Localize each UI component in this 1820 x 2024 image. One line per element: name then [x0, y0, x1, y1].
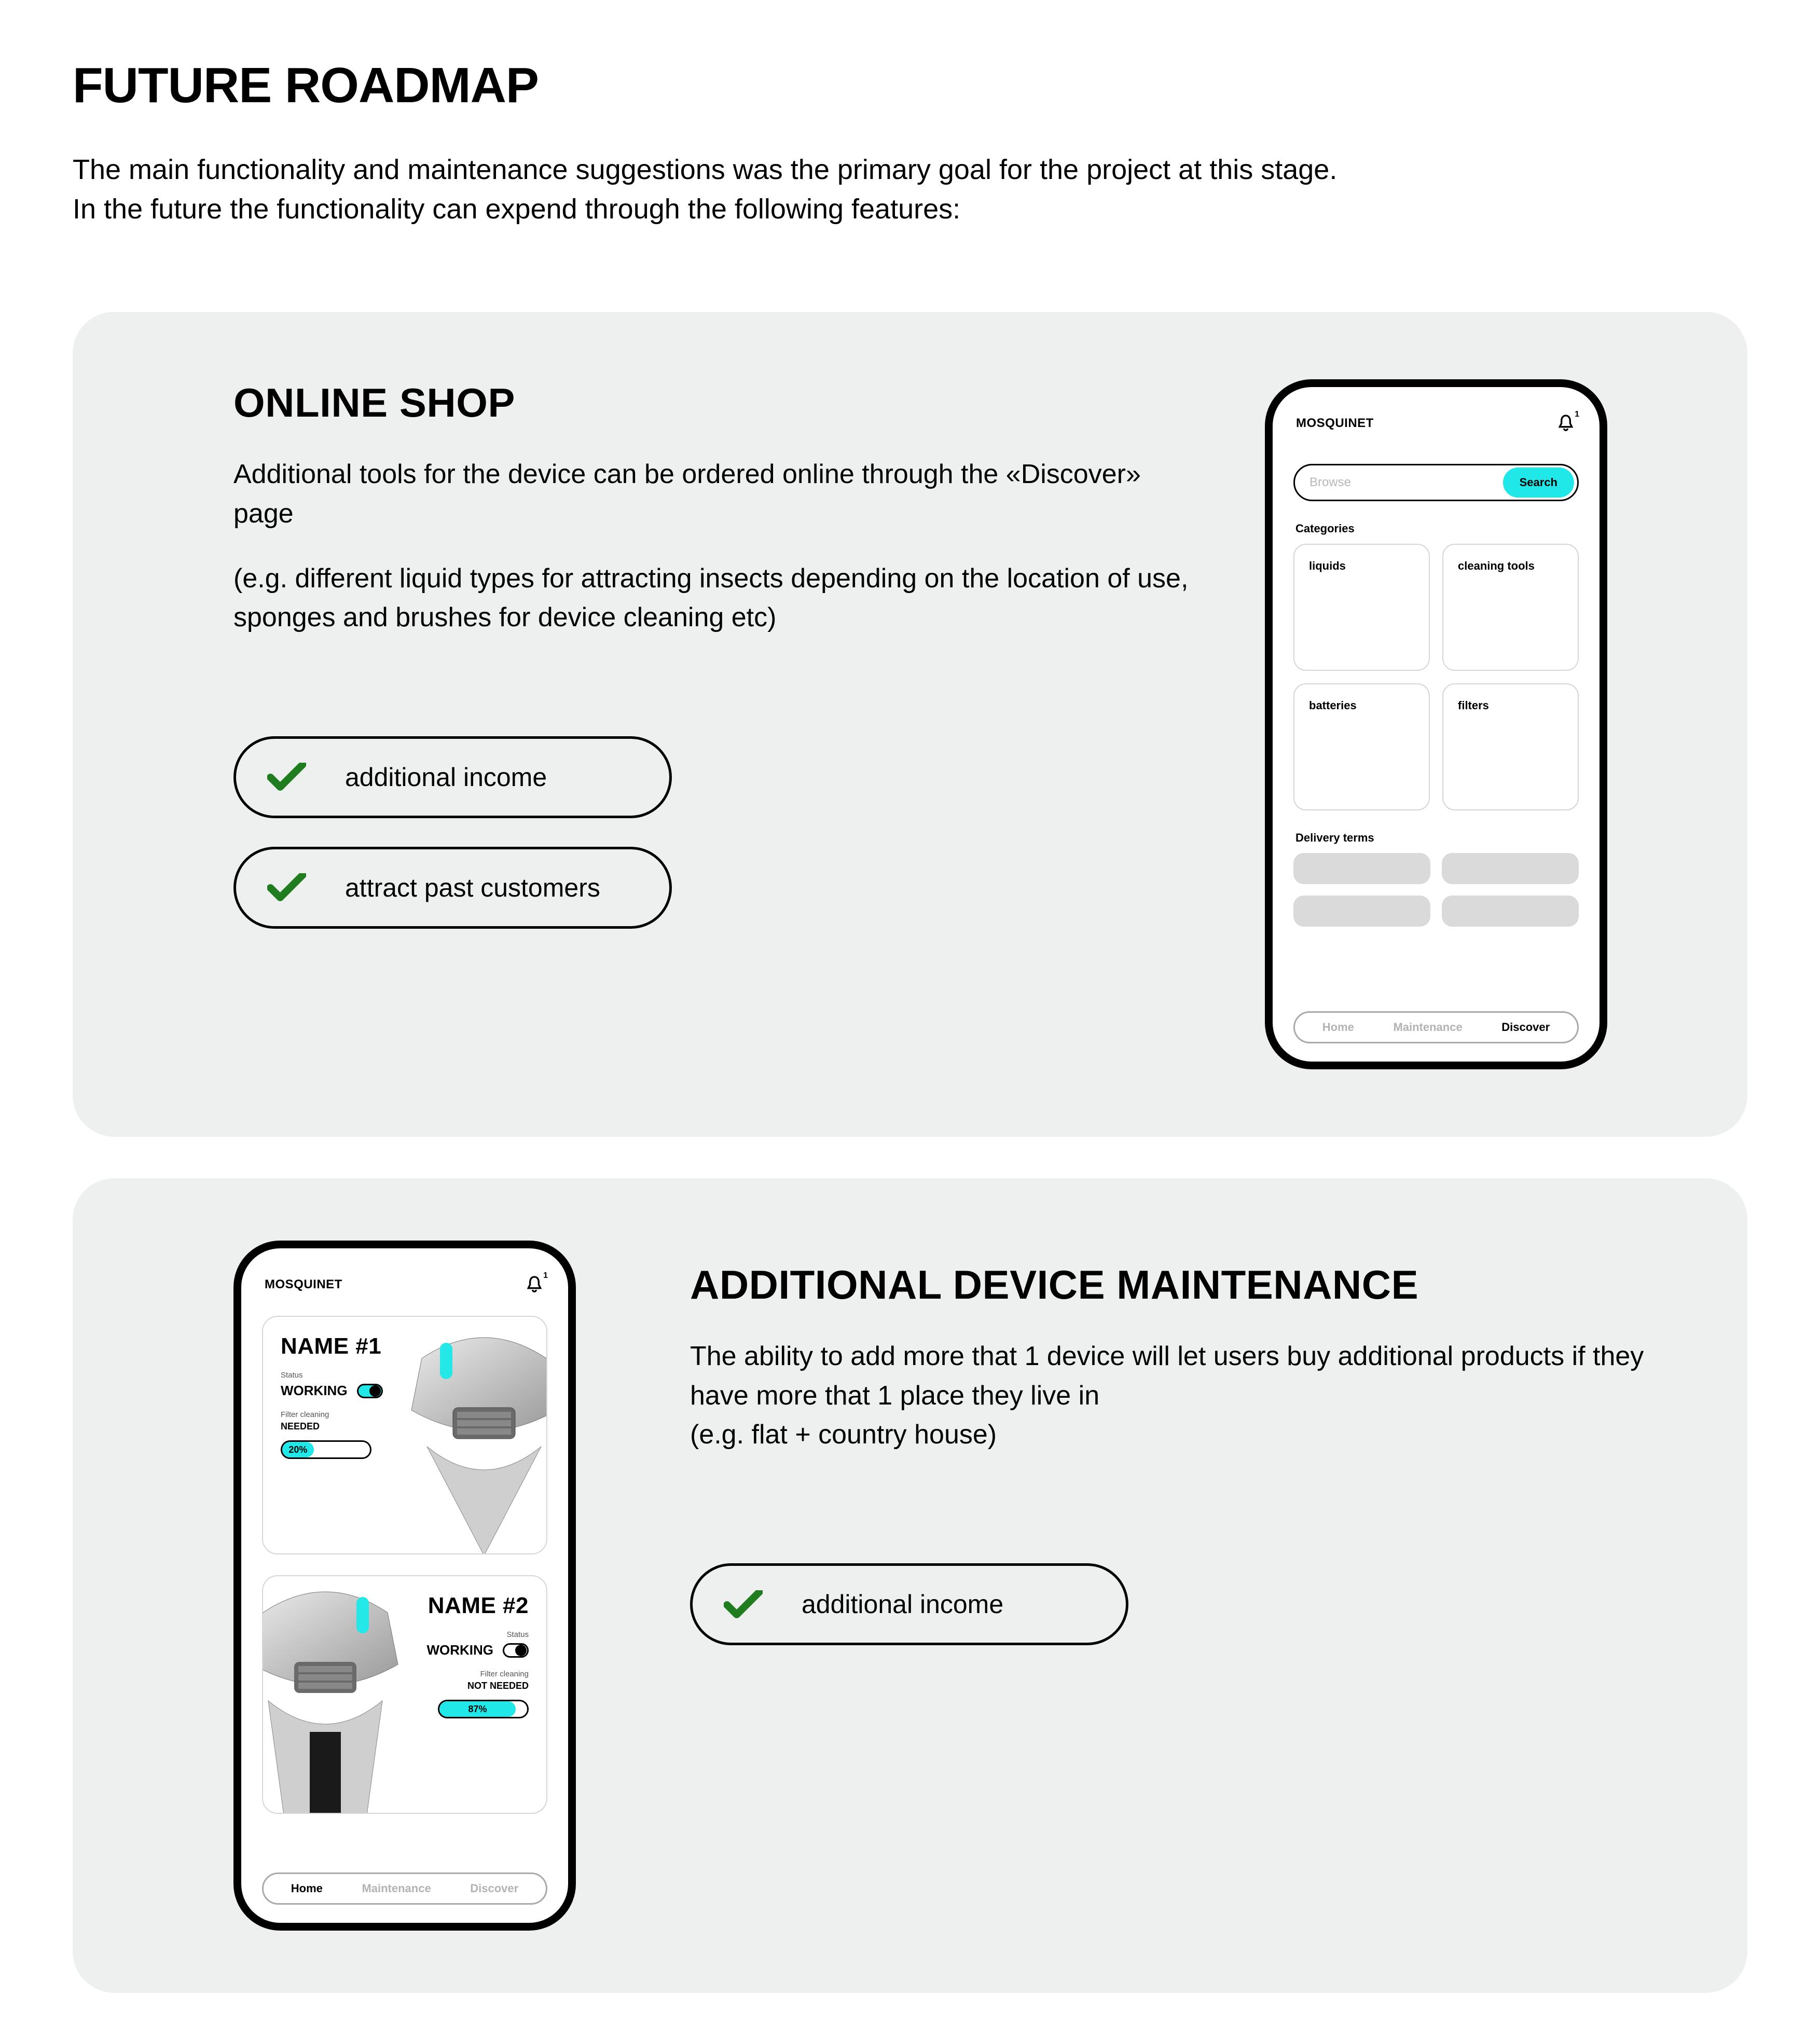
- progress-bar: 20%: [281, 1440, 371, 1459]
- category-card-liquids[interactable]: liquids: [1293, 544, 1430, 671]
- bell-icon: [524, 1288, 545, 1297]
- device-card-1[interactable]: NAME #1 Status WORKING Filter cleaning N…: [262, 1316, 547, 1554]
- pill-text: additional income: [802, 1589, 1003, 1619]
- phone-mockup-shop: MOSQUINET 1 Browse Search Categories liq…: [1265, 379, 1607, 1069]
- pill-attract-past-customers: attract past customers: [233, 847, 672, 929]
- bell-icon: [1555, 427, 1576, 436]
- panel-device-maintenance: MOSQUINET 1 NAME #1 Status WORKING Filte…: [73, 1178, 1747, 1993]
- phone-mockup-devices: MOSQUINET 1 NAME #1 Status WORKING Filte…: [233, 1241, 576, 1931]
- notification-bell[interactable]: 1: [1555, 413, 1576, 434]
- power-toggle[interactable]: [357, 1384, 383, 1398]
- progress-fill: 20%: [282, 1442, 314, 1457]
- pill-additional-income: additional income: [690, 1563, 1128, 1645]
- nav-discover[interactable]: Discover: [470, 1882, 518, 1895]
- panel-online-shop: ONLINE SHOP Additional tools for the dev…: [73, 312, 1747, 1137]
- bottom-nav: Home Maintenance Discover: [1293, 1011, 1579, 1043]
- intro-text: The main functionality and maintenance s…: [73, 150, 1747, 229]
- delivery-terms-grid: [1293, 853, 1579, 927]
- notification-bell[interactable]: 1: [524, 1274, 545, 1295]
- category-card-cleaning-tools[interactable]: cleaning tools: [1442, 544, 1579, 671]
- nav-maintenance[interactable]: Maintenance: [1393, 1021, 1462, 1034]
- checkmark-icon: [267, 763, 306, 791]
- nav-home[interactable]: Home: [1322, 1021, 1354, 1034]
- nav-discover[interactable]: Discover: [1501, 1021, 1550, 1034]
- page-title: FUTURE ROADMAP: [73, 57, 1747, 114]
- delivery-terms-label: Delivery terms: [1295, 831, 1579, 845]
- device-card-2[interactable]: NAME #2 Status WORKING Filter cleaning N…: [262, 1575, 547, 1814]
- delivery-placeholder: [1293, 896, 1430, 927]
- notification-badge: 1: [543, 1271, 548, 1281]
- pill-text: attract past customers: [345, 873, 600, 903]
- shop-text-block: ONLINE SHOP Additional tools for the dev…: [233, 379, 1203, 1069]
- devices-body: The ability to add more that 1 device wi…: [690, 1337, 1685, 1454]
- category-card-batteries[interactable]: batteries: [1293, 683, 1430, 810]
- delivery-placeholder: [1442, 896, 1579, 927]
- bottom-nav: Home Maintenance Discover: [262, 1872, 547, 1905]
- phone-body-devices: NAME #1 Status WORKING Filter cleaning N…: [241, 1305, 568, 1872]
- device-illustration: [262, 1576, 419, 1814]
- pill-additional-income: additional income: [233, 736, 672, 818]
- delivery-placeholder: [1442, 853, 1579, 884]
- status-value: WORKING: [426, 1642, 493, 1658]
- pill-text: additional income: [345, 762, 547, 792]
- checkmark-icon: [724, 1590, 763, 1619]
- devices-pill-stack: additional income: [690, 1563, 1685, 1645]
- phone-header: MOSQUINET 1: [1273, 387, 1600, 444]
- shop-p2: (e.g. different liquid types for attract…: [233, 559, 1203, 638]
- devices-title: ADDITIONAL DEVICE MAINTENANCE: [690, 1261, 1685, 1309]
- status-value: WORKING: [281, 1383, 348, 1399]
- nav-home[interactable]: Home: [291, 1882, 323, 1895]
- progress-bar: 87%: [438, 1700, 529, 1718]
- device-illustration: [391, 1317, 547, 1554]
- notification-badge: 1: [1575, 410, 1579, 419]
- search-button[interactable]: Search: [1503, 467, 1574, 498]
- checkmark-icon: [267, 873, 306, 902]
- search-field[interactable]: Browse Search: [1293, 464, 1579, 501]
- devices-p2: (e.g. flat + country house): [690, 1415, 1685, 1454]
- shop-body: Additional tools for the device can be o…: [233, 455, 1203, 638]
- brand-label: MOSQUINET: [1296, 416, 1374, 431]
- phone-body-shop: Browse Search Categories liquids cleanin…: [1273, 444, 1600, 1011]
- devices-p1: The ability to add more that 1 device wi…: [690, 1337, 1685, 1415]
- progress-fill: 87%: [439, 1701, 516, 1717]
- phone-header: MOSQUINET 1: [241, 1248, 568, 1305]
- category-card-filters[interactable]: filters: [1442, 683, 1579, 810]
- brand-label: MOSQUINET: [265, 1277, 342, 1292]
- shop-pill-stack: additional income attract past customers: [233, 736, 1203, 929]
- nav-maintenance[interactable]: Maintenance: [362, 1882, 431, 1895]
- devices-text-block: ADDITIONAL DEVICE MAINTENANCE The abilit…: [690, 1241, 1685, 1931]
- power-toggle[interactable]: [503, 1643, 529, 1658]
- shop-title: ONLINE SHOP: [233, 379, 1203, 426]
- categories-label: Categories: [1295, 522, 1579, 535]
- delivery-placeholder: [1293, 853, 1430, 884]
- intro-line-2: In the future the functionality can expe…: [73, 190, 1747, 229]
- categories-grid: liquids cleaning tools batteries filters: [1293, 544, 1579, 810]
- shop-p1: Additional tools for the device can be o…: [233, 455, 1203, 533]
- intro-line-1: The main functionality and maintenance s…: [73, 150, 1747, 190]
- search-placeholder: Browse: [1309, 475, 1497, 490]
